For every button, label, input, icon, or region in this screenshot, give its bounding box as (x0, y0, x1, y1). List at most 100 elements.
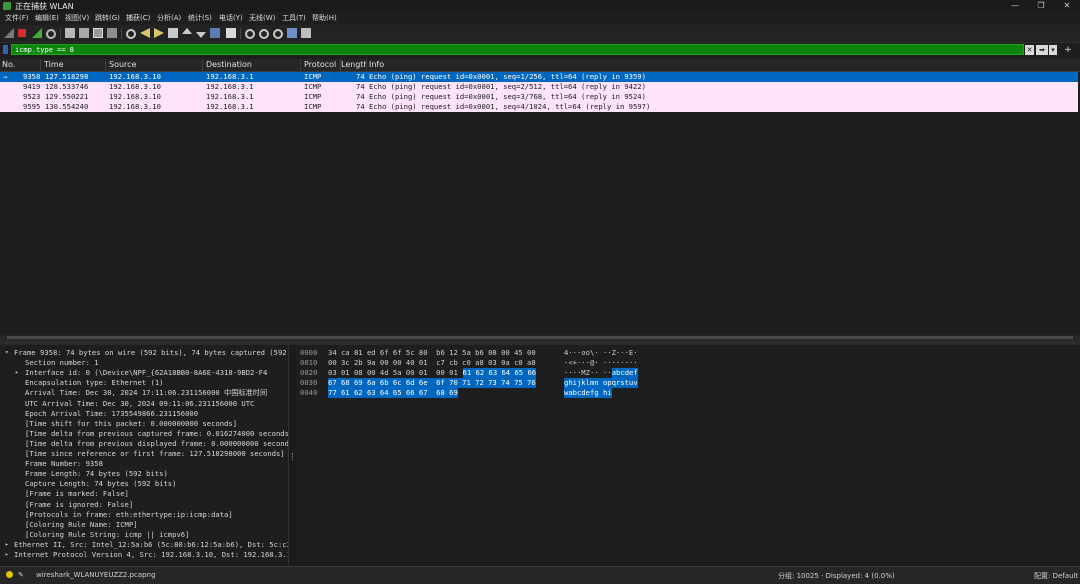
packet-row[interactable]: 9419 128.533746 192.168.3.10 192.168.3.1… (0, 82, 1078, 92)
details-tree-label: Epoch Arrival Time: 1735549866.231156000 (25, 408, 199, 418)
hex-bytes-highlighted[interactable]: 67 68 69 6a 6b 6c 6d 6e 6f 70 71 72 73 7… (328, 378, 536, 388)
start-capture-icon[interactable] (4, 28, 14, 38)
last-packet-icon[interactable] (196, 32, 206, 38)
packet-row[interactable]: → 9358 127.518298 192.168.3.10 192.168.3… (0, 72, 1078, 82)
expert-info-icon[interactable] (6, 571, 13, 578)
packet-no: 9419 (23, 82, 41, 91)
details-tree-item[interactable]: [Protocols in frame: eth:ethertype:ip:ic… (0, 510, 288, 520)
minimize-button[interactable]: — (1002, 0, 1028, 12)
expand-subtrees-icon[interactable] (301, 28, 311, 38)
menu-tools[interactable]: 工具(T) (282, 13, 306, 23)
close-file-icon[interactable] (93, 28, 103, 38)
menu-edit[interactable]: 编辑(E) (35, 13, 59, 23)
column-time[interactable]: Time (44, 60, 64, 69)
details-tree-item[interactable]: Section number: 1 (0, 358, 288, 368)
details-tree-item[interactable]: Encapsulation type: Ethernet (1) (0, 378, 288, 388)
collapsed-arrow-icon[interactable]: ▸ (15, 368, 19, 378)
zoom-out-icon[interactable] (259, 29, 269, 39)
colorize-icon[interactable] (226, 28, 236, 38)
details-tree-item[interactable]: [Coloring Rule Name: ICMP] (0, 520, 288, 530)
hex-bytes-highlighted[interactable]: 61 62 63 64 65 66 (462, 368, 537, 378)
normal-size-icon[interactable] (273, 29, 283, 39)
column-protocol[interactable]: Protocol (304, 60, 336, 69)
details-tree-item[interactable]: Epoch Arrival Time: 1735549866.231156000 (0, 409, 288, 419)
menu-telephony[interactable]: 电话(Y) (219, 13, 243, 23)
filter-bookmark-icon[interactable] (3, 45, 8, 54)
auto-scroll-icon[interactable] (210, 28, 220, 38)
scrollbar-thumb[interactable] (7, 336, 1073, 339)
find-packet-icon[interactable] (126, 29, 136, 39)
apply-filter-button[interactable]: ➡ (1036, 45, 1048, 55)
details-tree-item[interactable]: ▸ Internet Protocol Version 4, Src: 192.1… (0, 550, 288, 560)
details-tree-item[interactable]: [Time delta from previous captured frame… (0, 429, 288, 439)
details-tree-item[interactable]: Arrival Time: Dec 30, 2024 17:11:06.2311… (0, 388, 288, 398)
column-info[interactable]: Info (369, 60, 384, 69)
details-tree-item[interactable]: [Frame is ignored: False] (0, 500, 288, 510)
go-to-packet-icon[interactable] (168, 28, 178, 38)
menu-view[interactable]: 视图(V) (65, 13, 89, 23)
close-button[interactable]: ✕ (1054, 0, 1080, 12)
menu-wireless[interactable]: 无线(W) (249, 13, 275, 23)
details-tree-item[interactable]: Frame Number: 9358 (0, 459, 288, 469)
title-bar: 正在捕获 WLAN — ❐ ✕ (0, 0, 1080, 12)
go-back-icon[interactable] (140, 28, 150, 38)
column-destination[interactable]: Destination (206, 60, 252, 69)
display-filter-input[interactable]: icmp.type == 8 (11, 44, 1024, 55)
collapsed-arrow-icon[interactable]: ▸ (5, 540, 9, 550)
hex-bytes[interactable]: 34 ca 81 ed 6f 6f 5c 80 b6 12 5a b6 08 0… (328, 348, 536, 358)
go-forward-icon[interactable] (154, 28, 164, 38)
expanded-arrow-icon[interactable]: ▾ (5, 348, 9, 358)
menu-go[interactable]: 跳转(G) (95, 13, 120, 23)
details-tree-label: [Time shift for this packet: 0.000000000… (25, 418, 238, 428)
menu-help[interactable]: 帮助(H) (312, 13, 337, 23)
save-file-icon[interactable] (79, 28, 89, 38)
first-packet-icon[interactable] (182, 28, 192, 34)
packet-list-horizontal-scrollbar[interactable] (0, 334, 1080, 341)
capture-options-gear-icon[interactable] (46, 29, 56, 39)
details-tree-item[interactable]: Frame Length: 74 bytes (592 bits) (0, 469, 288, 479)
ascii-bytes-highlighted[interactable]: wabcdefg hi (564, 388, 612, 398)
add-filter-button[interactable]: + (1063, 45, 1073, 55)
reload-file-icon[interactable] (107, 28, 117, 38)
details-tree-label: UTC Arrival Time: Dec 30, 2024 09:11:06.… (25, 398, 255, 408)
hex-bytes[interactable]: 00 3c 2b 9a 00 00 40 01 c7 cb c0 a8 03 0… (328, 358, 536, 368)
hex-bytes-highlighted[interactable]: 77 61 62 63 64 65 66 67 68 69 (328, 388, 458, 398)
details-tree-item[interactable]: ▾ Frame 9358: 74 bytes on wire (592 bits)… (0, 348, 288, 358)
details-tree-item[interactable]: [Time since reference or first frame: 12… (0, 449, 288, 459)
column-source[interactable]: Source (109, 60, 136, 69)
details-tree-item[interactable]: Capture Length: 74 bytes (592 bits) (0, 479, 288, 489)
details-tree-item[interactable]: ▸ Ethernet II, Src: Intel_12:5a:b6 (5c:80… (0, 540, 288, 550)
details-tree-item[interactable]: [Frame is marked: False] (0, 489, 288, 499)
profile-label[interactable]: 配置: Default (1034, 571, 1078, 581)
resize-columns-icon[interactable] (287, 28, 297, 38)
clear-filter-button[interactable]: ✕ (1025, 45, 1034, 55)
packet-row[interactable]: 9523 129.550221 192.168.3.10 192.168.3.1… (0, 92, 1078, 102)
column-length[interactable]: Length (341, 60, 366, 69)
ascii-bytes-highlighted[interactable]: abcdef (611, 368, 638, 378)
ascii-bytes[interactable]: ·<+···@· ········ (564, 358, 638, 368)
details-tree-item[interactable]: [Time shift for this packet: 0.000000000… (0, 419, 288, 429)
menu-analyze[interactable]: 分析(A) (157, 13, 181, 23)
details-tree-item[interactable]: [Coloring Rule String: icmp || icmpv6] (0, 530, 288, 540)
zoom-in-icon[interactable] (245, 29, 255, 39)
recent-filters-dropdown[interactable]: ▾ (1049, 45, 1057, 55)
menu-file[interactable]: 文件(F) (5, 13, 29, 23)
restart-capture-icon[interactable] (32, 28, 42, 38)
open-file-icon[interactable] (65, 28, 75, 38)
menu-capture[interactable]: 捕获(C) (126, 13, 150, 23)
ascii-bytes-highlighted[interactable]: ghijklmn opqrstuv (564, 378, 638, 388)
menu-statistics[interactable]: 统计(S) (188, 13, 212, 23)
maximize-button[interactable]: ❐ (1028, 0, 1054, 12)
ascii-bytes[interactable]: ····MZ·· ·· (564, 368, 612, 378)
hex-bytes[interactable]: 03 01 08 00 4d 5a 00 01 00 01 (328, 368, 462, 378)
ascii-bytes[interactable]: 4···oo\· ··Z···E· (564, 348, 638, 358)
stop-capture-icon[interactable] (18, 29, 26, 37)
collapsed-arrow-icon[interactable]: ▸ (5, 550, 9, 560)
packet-row[interactable]: 9595 130.554240 192.168.3.10 192.168.3.1… (0, 102, 1078, 112)
column-no[interactable]: No. (2, 60, 15, 69)
packet-info: Echo (ping) request id=0x0001, seq=4/102… (369, 102, 651, 111)
capture-file-edit-icon[interactable]: ✎ (18, 571, 24, 579)
details-tree-item[interactable]: [Time delta from previous displayed fram… (0, 439, 288, 449)
details-tree-item[interactable]: ▸ Interface id: 0 (\Device\NPF_{62A18BB0-… (0, 368, 288, 378)
details-tree-item[interactable]: UTC Arrival Time: Dec 30, 2024 09:11:06.… (0, 399, 288, 409)
